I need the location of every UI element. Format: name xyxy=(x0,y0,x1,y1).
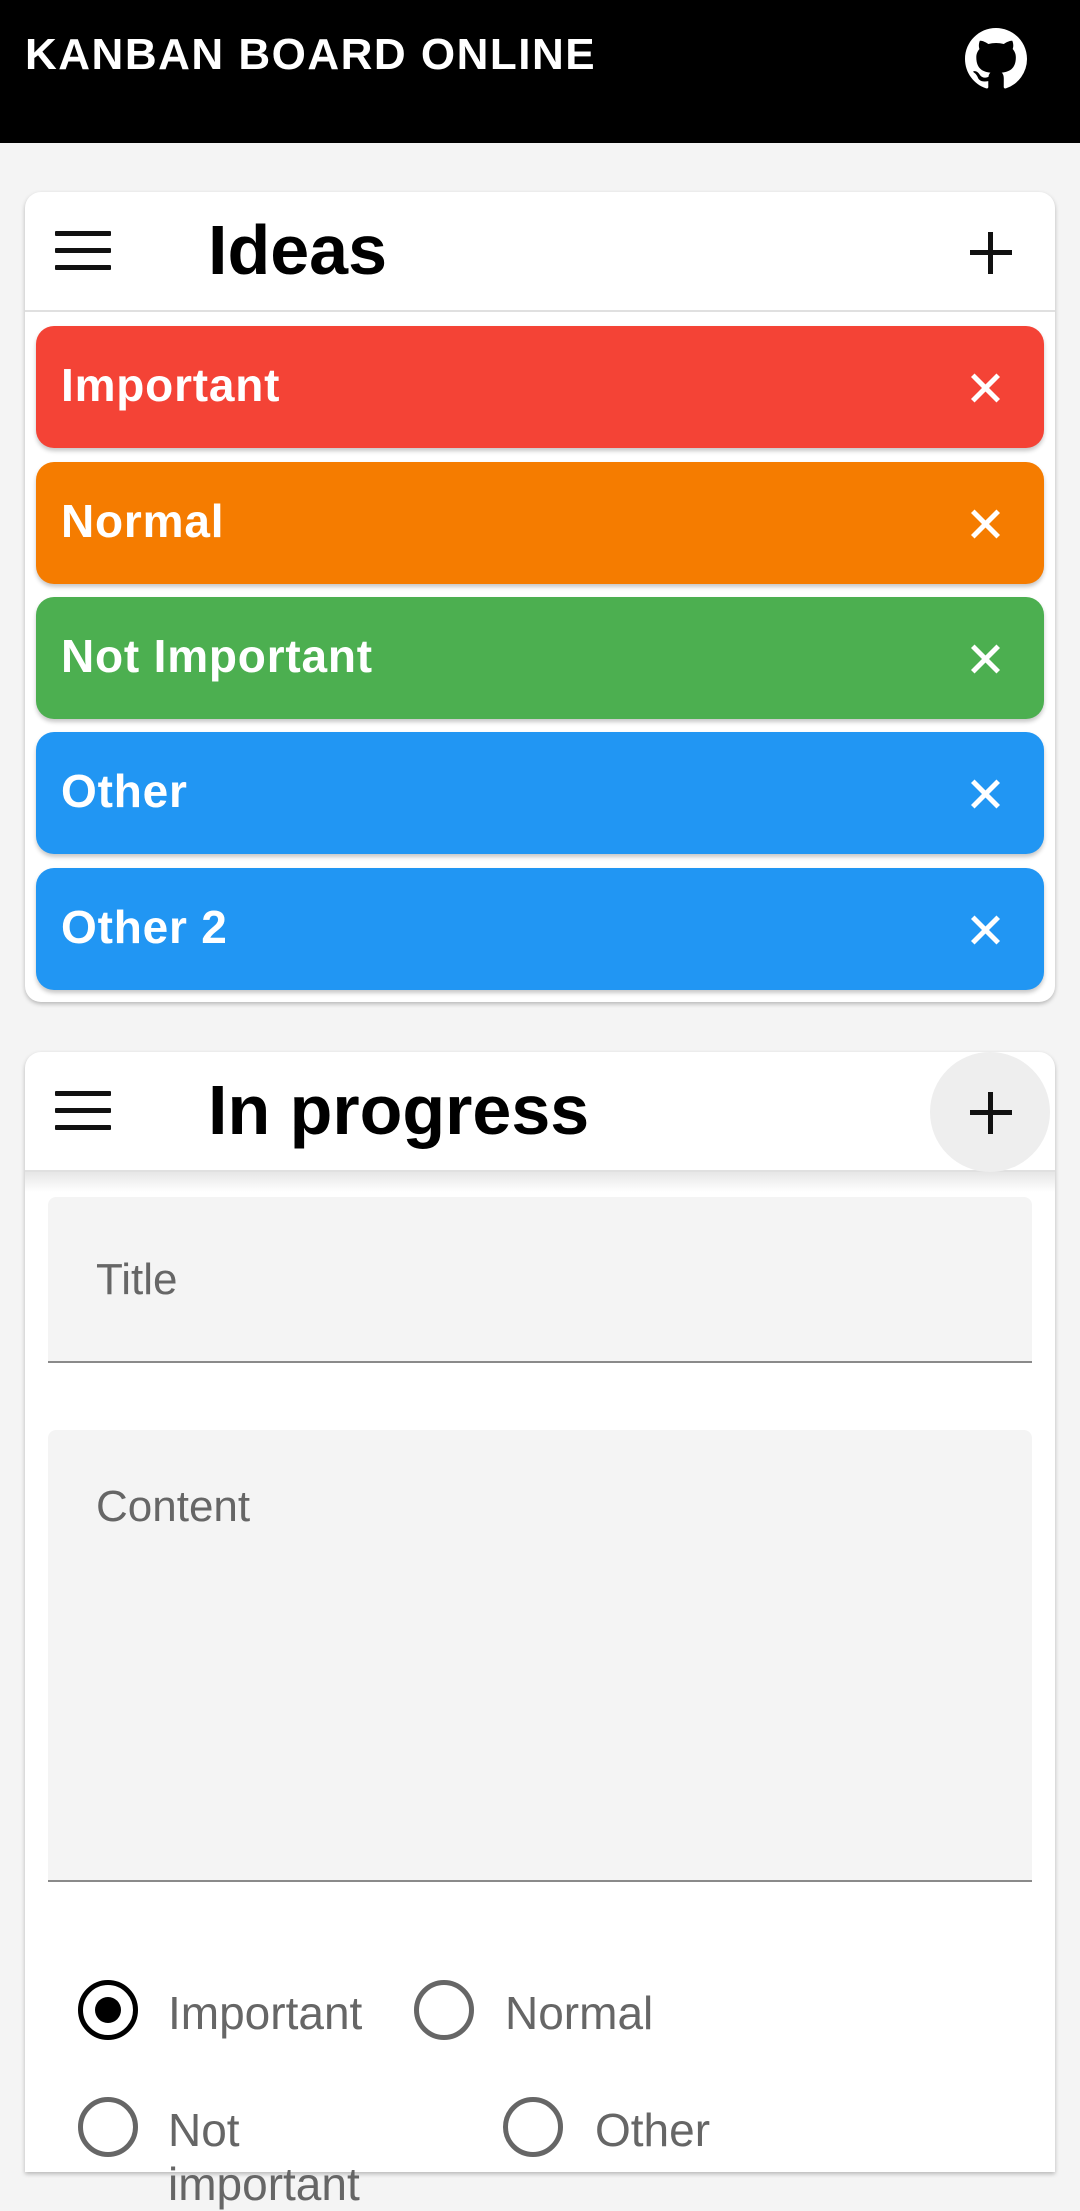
close-icon[interactable] xyxy=(966,368,1006,408)
radio-label-important: Important xyxy=(168,1987,363,2039)
card-label: Normal xyxy=(61,495,225,547)
close-icon[interactable] xyxy=(966,774,1006,814)
column-in-progress: In progress Title Content Important Norm… xyxy=(25,1052,1055,2210)
radio-label-not-important: Not important xyxy=(168,2104,360,2210)
card-label: Other xyxy=(61,765,188,817)
radio-not-important[interactable] xyxy=(78,2097,138,2157)
card-normal[interactable]: Normal xyxy=(36,462,1044,584)
content-textarea[interactable]: Content xyxy=(48,1430,1032,1882)
card-label: Other 2 xyxy=(61,901,228,953)
card-label: Important xyxy=(61,359,281,411)
column-header: Ideas xyxy=(25,192,1055,312)
card-not-important[interactable]: Not Important xyxy=(36,597,1044,719)
radio-other[interactable] xyxy=(503,2097,563,2157)
add-card-button[interactable] xyxy=(930,192,1050,312)
radio-label-other: Other xyxy=(595,2104,711,2156)
column-title: In progress xyxy=(208,1071,590,1149)
close-icon[interactable] xyxy=(966,639,1006,679)
column-ideas: Ideas Important Normal Not Important Oth… xyxy=(25,192,1055,1002)
close-icon[interactable] xyxy=(966,504,1006,544)
card-important[interactable]: Important xyxy=(36,326,1044,448)
add-card-button[interactable] xyxy=(930,1052,1050,1172)
card-label: Not Important xyxy=(61,630,373,682)
card-other-2[interactable]: Other 2 xyxy=(36,868,1044,990)
column-title: Ideas xyxy=(208,211,387,289)
radio-important[interactable] xyxy=(78,1980,138,2040)
github-icon[interactable] xyxy=(965,28,1027,90)
card-other[interactable]: Other xyxy=(36,732,1044,854)
app-title: KANBAN BOARD ONLINE xyxy=(25,30,597,79)
title-placeholder: Title xyxy=(96,1255,178,1304)
close-icon[interactable] xyxy=(966,910,1006,950)
title-input[interactable]: Title xyxy=(48,1197,1032,1363)
content-placeholder: Content xyxy=(96,1482,251,1531)
radio-label-normal: Normal xyxy=(505,1987,654,2039)
header-shadow xyxy=(25,1172,1055,1192)
column-header: In progress xyxy=(25,1052,1055,1172)
app-bar: KANBAN BOARD ONLINE xyxy=(0,0,1080,143)
menu-icon[interactable] xyxy=(55,229,111,273)
menu-icon[interactable] xyxy=(55,1089,111,1133)
radio-normal[interactable] xyxy=(414,1980,474,2040)
